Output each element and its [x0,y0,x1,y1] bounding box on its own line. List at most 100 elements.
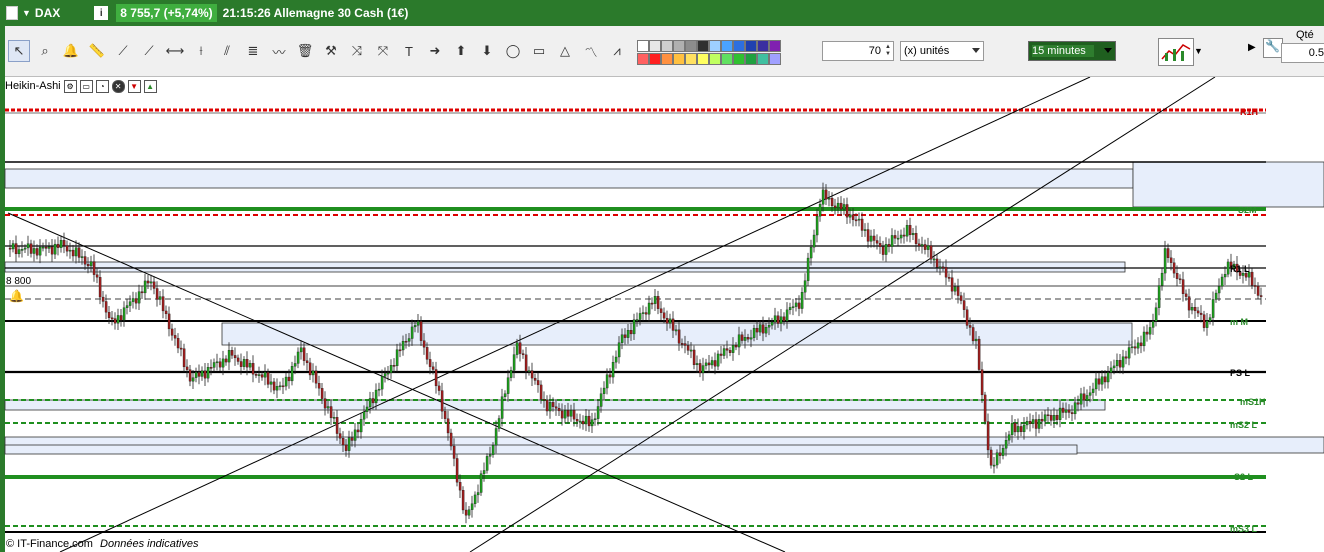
spinner-icon[interactable]: ▲ ▼ [885,44,891,58]
color-swatch[interactable] [685,53,697,65]
color-swatch[interactable] [661,40,673,52]
candle-body [248,363,252,368]
color-swatch[interactable] [721,53,733,65]
candle-body [200,370,204,377]
wave-icon[interactable]: 〽 [580,40,602,62]
candle-body [683,343,687,346]
candle-body [554,406,558,409]
candle-body [866,229,870,242]
color-swatch[interactable] [733,40,745,52]
trash-icon[interactable]: 🗑 [294,40,316,62]
color-swatch[interactable] [757,53,769,65]
color-swatch[interactable] [649,53,661,65]
candle-body [203,370,207,379]
level-label: R1H [1240,107,1259,117]
ray-icon[interactable]: ⟋ [138,40,160,62]
alert-bell-icon[interactable]: 🔔 [9,289,24,303]
support-resistance-zone [1132,161,1324,208]
ruler-icon[interactable]: 📏 [86,40,108,62]
pencil-icon[interactable]: 〰 [268,40,290,62]
ellipse-icon[interactable]: ◯ [502,40,524,62]
cross-arrows-alt-icon[interactable]: ⤧ [372,40,394,62]
candle-body [833,205,837,208]
color-swatch[interactable] [661,53,673,65]
candle-body [257,374,261,376]
rectangle-icon[interactable]: ▭ [528,40,550,62]
triangle-icon[interactable]: △ [554,40,576,62]
color-swatch[interactable] [637,53,649,65]
candle-body [773,315,777,323]
timeframe-select[interactable]: 15 minutes [1028,41,1116,61]
line-icon[interactable]: ⟋ [112,40,134,62]
candle-body [155,288,159,300]
color-swatch[interactable] [649,40,661,52]
arrow-down-icon[interactable]: ⬇ [476,40,498,62]
candle-body [782,316,786,322]
arrow-right-icon[interactable]: ➜ [424,40,446,62]
color-swatch[interactable] [697,53,709,65]
candle-body [524,354,528,372]
horizontal-line-icon[interactable]: ⟷ [164,40,186,62]
candle-body [1076,402,1080,405]
candle-body [1061,407,1065,413]
cross-arrows-icon[interactable]: ⤨ [346,40,368,62]
candle-body [653,296,657,304]
footer-note: Données indicatives [100,538,199,550]
candle-body [701,365,705,374]
hammer-icon[interactable]: ⚒ [320,40,342,62]
color-swatch[interactable] [637,40,649,52]
candle-body [497,418,501,429]
price-chart[interactable] [0,77,1324,552]
color-swatch[interactable] [697,40,709,52]
candle-body [1007,434,1011,441]
fibonacci-icon[interactable]: ≣ [242,40,264,62]
color-swatch[interactable] [721,40,733,52]
candle-body [935,258,939,268]
candle-body [224,358,228,363]
order-tools: ▶ 🔧 [1248,38,1283,58]
color-swatch[interactable] [733,53,745,65]
indicators-dropdown-icon[interactable]: ▼ [1194,46,1203,56]
qte-input[interactable]: 0.5 [1281,43,1324,63]
bell-icon[interactable]: 🔔 [60,40,82,62]
color-swatch[interactable] [745,53,757,65]
candle-body [392,365,396,367]
candle-body [986,421,990,451]
color-swatch[interactable] [709,53,721,65]
instrument-symbol[interactable]: DAX [35,6,60,20]
color-swatch[interactable] [769,53,781,65]
arrow-up-icon[interactable]: ⬆ [450,40,472,62]
collapse-arrow-icon[interactable]: ▶ [1248,42,1256,53]
candle-body [197,372,201,377]
info-icon[interactable]: i [94,6,109,20]
candle-body [776,315,780,324]
color-swatch[interactable] [673,40,685,52]
candle-body [587,415,591,427]
text-icon[interactable]: T [398,40,420,62]
color-swatch[interactable] [745,40,757,52]
candle-body [974,338,978,342]
candle-body [527,370,531,372]
candle-body [1139,342,1143,347]
candle-body [1064,409,1068,413]
candle-body [713,360,717,367]
candle-body [998,452,1002,456]
parallel-channel-icon[interactable]: ⫽ [216,40,238,62]
color-swatch[interactable] [685,40,697,52]
magnifier-icon[interactable]: ⌕ [34,40,56,62]
candle-body [920,244,924,247]
vertical-line-icon[interactable]: ⟊ [190,40,212,62]
wrench-icon[interactable]: 🔧 [1262,38,1283,58]
cursor-icon[interactable]: ↖ [8,40,30,62]
color-swatch[interactable] [673,53,685,65]
pattern-icon[interactable]: ⩘ [606,40,628,62]
dropdown-arrow-icon[interactable]: ▼ [22,8,31,18]
unit-select[interactable]: (x) unités [900,41,984,61]
instrument-menu-icon[interactable] [6,6,18,20]
color-swatch[interactable] [757,40,769,52]
candle-body [539,384,543,400]
color-swatch[interactable] [709,40,721,52]
color-swatch[interactable] [769,40,781,52]
quantity-input[interactable]: 70 ▲ ▼ [822,41,894,61]
indicators-button[interactable] [1158,38,1194,66]
